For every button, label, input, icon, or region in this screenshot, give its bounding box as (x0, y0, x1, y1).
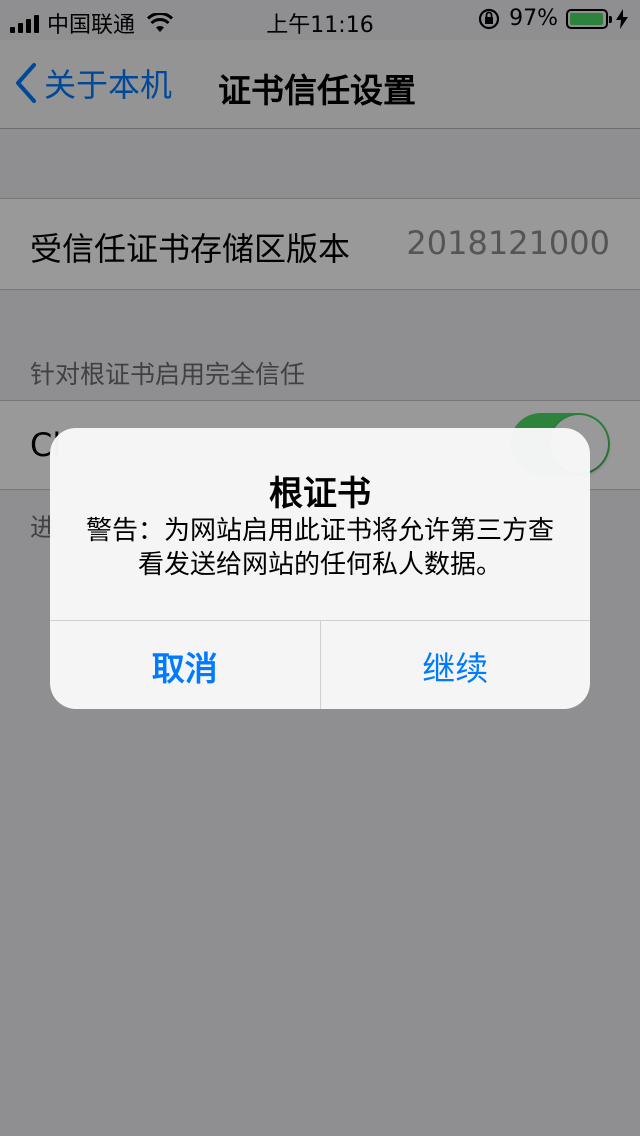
continue-button[interactable]: 继续 (321, 621, 591, 709)
root-certificate-alert: 根证书 警告：为网站启用此证书将允许第三方查看发送给网站的任何私人数据。 取消 … (50, 428, 590, 709)
alert-buttons: 取消 继续 (50, 620, 590, 709)
alert-message: 警告：为网站启用此证书将允许第三方查看发送给网站的任何私人数据。 (85, 516, 554, 580)
cancel-button[interactable]: 取消 (50, 621, 321, 709)
alert-title: 根证书 (269, 474, 371, 514)
